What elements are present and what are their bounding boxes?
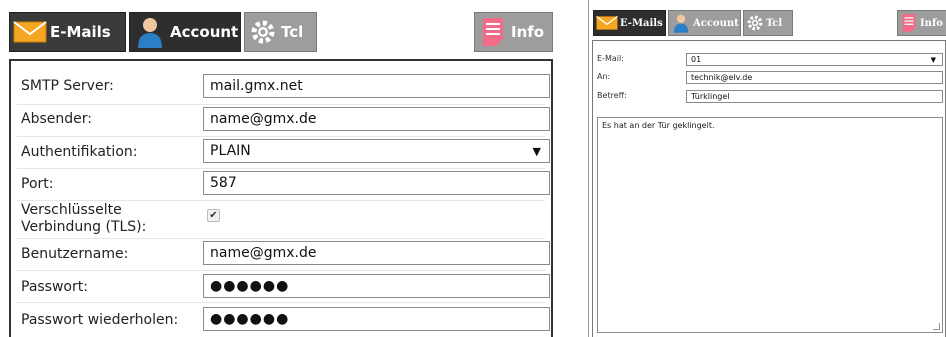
- tab-account[interactable]: Account: [129, 12, 241, 52]
- email-select[interactable]: 01 ▼: [686, 53, 943, 66]
- tls-checkbox[interactable]: ✔: [207, 209, 220, 222]
- message-body-text: Es hat an der Tür geklingelt.: [602, 121, 715, 130]
- note-icon: [475, 13, 511, 51]
- tab-account-label: Account: [693, 17, 739, 29]
- tab-account[interactable]: Account: [668, 10, 741, 36]
- tab-info[interactable]: Info: [474, 12, 553, 52]
- port-label: Port:: [21, 176, 54, 192]
- tab-emails[interactable]: E-Mails: [9, 12, 126, 52]
- port-input[interactable]: 587: [203, 171, 550, 195]
- tab-emails[interactable]: E-Mails: [593, 10, 666, 36]
- message-body-textarea[interactable]: Es hat an der Tür geklingelt.: [597, 117, 943, 333]
- gear-icon: [744, 11, 766, 35]
- tab-tcl-label: Tcl: [766, 17, 783, 29]
- email-select-value: 01: [691, 55, 702, 64]
- tab-info-label: Info: [920, 17, 943, 29]
- smtp-server-input[interactable]: mail.gmx.net: [203, 74, 550, 98]
- subject-input[interactable]: Türklingel: [686, 90, 943, 103]
- password-repeat-input[interactable]: ●●●●●●: [203, 307, 550, 331]
- email-select-label: E-Mail:: [597, 54, 624, 63]
- divider: [17, 270, 545, 271]
- divider: [17, 238, 545, 239]
- tab-info-label: Info: [511, 23, 545, 41]
- authentication-label: Authentifikation:: [21, 144, 138, 160]
- tls-label: Verschlüsselte Verbindung (TLS):: [21, 202, 146, 236]
- password-input[interactable]: ●●●●●●: [203, 274, 550, 298]
- tab-tcl[interactable]: Tcl: [743, 10, 793, 36]
- username-input[interactable]: name@gmx.de: [203, 241, 550, 265]
- user-icon: [130, 13, 170, 51]
- divider: [17, 302, 545, 303]
- to-label: An:: [597, 72, 611, 81]
- subject-label: Betreff:: [597, 91, 627, 100]
- tab-account-label: Account: [170, 23, 239, 41]
- password-repeat-label: Passwort wiederholen:: [21, 312, 179, 328]
- username-label: Benutzername:: [21, 246, 129, 262]
- tls-label-line2: Verbindung (TLS):: [21, 219, 147, 235]
- resize-grip-icon[interactable]: [933, 323, 940, 330]
- tab-tcl[interactable]: Tcl: [244, 12, 317, 52]
- note-icon: [898, 11, 920, 35]
- account-settings-panel: E-Mails Account Tcl Info SMTP Server: ma…: [2, 0, 558, 337]
- password-label: Passwort:: [21, 279, 88, 295]
- tls-label-line1: Verschlüsselte: [21, 202, 122, 218]
- gear-icon: [245, 13, 281, 51]
- divider: [17, 104, 545, 105]
- chevron-down-icon: ▼: [930, 56, 936, 64]
- authentication-select[interactable]: PLAIN ▼: [203, 139, 550, 163]
- to-input[interactable]: technik@elv.de: [686, 71, 943, 84]
- divider: [17, 136, 545, 137]
- account-form: SMTP Server: mail.gmx.net Absender: name…: [9, 59, 553, 337]
- tab-emails-label: E-Mails: [50, 23, 111, 41]
- email-compose-panel: E-Mails Account Tcl Info E-Mail: 01 ▼ An…: [588, 0, 946, 337]
- tab-info[interactable]: Info: [897, 10, 946, 36]
- sender-label: Absender:: [21, 111, 92, 127]
- envelope-icon: [594, 11, 620, 35]
- user-icon: [669, 11, 693, 35]
- sender-input[interactable]: name@gmx.de: [203, 107, 550, 131]
- authentication-value: PLAIN: [210, 143, 251, 159]
- tab-tcl-label: Tcl: [281, 23, 304, 41]
- email-form: E-Mail: 01 ▼ An: technik@elv.de Betreff:…: [592, 40, 946, 337]
- divider: [17, 168, 545, 169]
- envelope-icon: [10, 13, 50, 51]
- smtp-server-label: SMTP Server:: [21, 78, 114, 94]
- chevron-down-icon: ▼: [532, 145, 541, 158]
- divider: [17, 200, 545, 201]
- tab-emails-label: E-Mails: [620, 17, 663, 29]
